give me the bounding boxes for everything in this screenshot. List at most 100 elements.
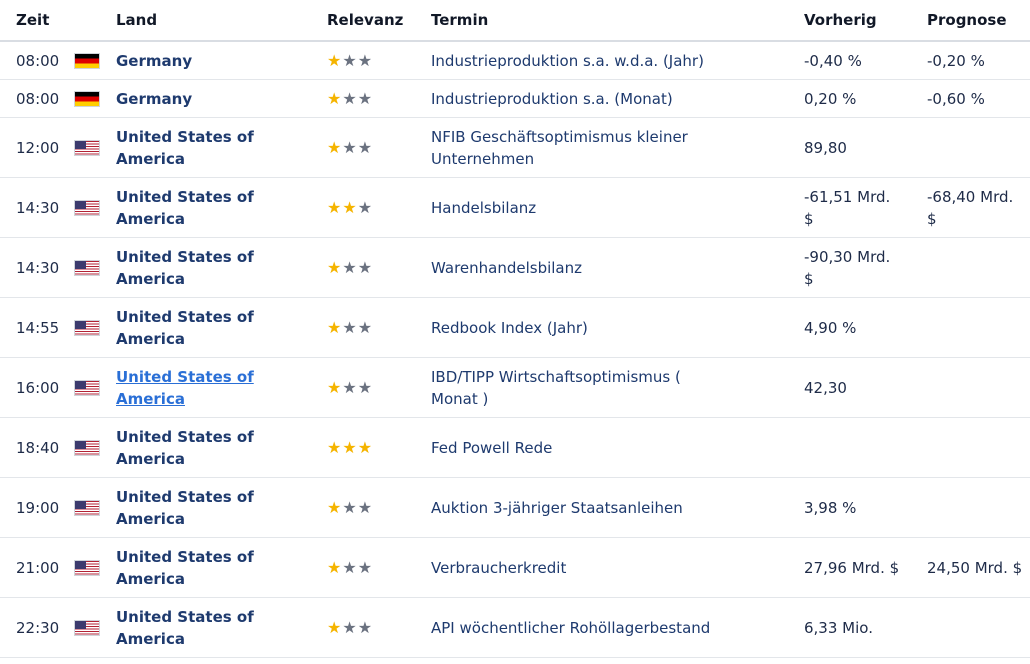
relevance-rating: ★ ★ ★ bbox=[327, 257, 373, 277]
event-time: 08:00 bbox=[16, 51, 60, 70]
table-row[interactable]: 14:30 United States of America ★ ★ ★ Warenhan… bbox=[0, 238, 1030, 298]
event-name[interactable]: Handelsbilanz bbox=[431, 197, 731, 219]
event-name[interactable]: Industrieproduktion s.a. (Monat) bbox=[431, 88, 731, 110]
forecast-value: -68,40 Mrd. $ bbox=[927, 187, 1014, 228]
table-row[interactable]: 18:40 United States of America ★ ★ ★ Fed Powe… bbox=[0, 418, 1030, 478]
event-time: 16:00 bbox=[16, 378, 60, 397]
event-time: 12:00 bbox=[16, 138, 60, 157]
usa-flag-icon bbox=[74, 559, 100, 576]
country-link[interactable]: United States of America bbox=[116, 306, 256, 350]
table-row[interactable]: 08:00 Germany ★ ★ ★ Industrieproduktion s.a. … bbox=[0, 42, 1030, 80]
star-icon: ★ bbox=[327, 617, 342, 637]
header-time[interactable]: Zeit bbox=[0, 11, 74, 29]
previous-value: 27,96 Mrd. $ bbox=[804, 558, 900, 577]
star-icon: ★ bbox=[357, 197, 373, 217]
relevance-rating: ★ ★ ★ bbox=[327, 137, 373, 157]
country-link[interactable]: United States of America bbox=[116, 606, 256, 650]
event-name[interactable]: IBD/TIPP Wirtschaftsoptimismus ( Monat ) bbox=[431, 366, 731, 410]
star-icon: ★ bbox=[357, 88, 373, 108]
star-icon: ★ bbox=[342, 557, 357, 577]
event-name[interactable]: Warenhandelsbilanz bbox=[431, 257, 731, 279]
event-name[interactable]: Redbook Index (Jahr) bbox=[431, 317, 731, 339]
event-name[interactable]: Fed Powell Rede bbox=[431, 437, 731, 459]
event-time: 14:30 bbox=[16, 258, 60, 277]
star-icon: ★ bbox=[327, 377, 342, 397]
forecast-value: -0,60 % bbox=[927, 89, 985, 108]
star-icon: ★ bbox=[342, 88, 357, 108]
country-link[interactable]: United States of America bbox=[116, 546, 256, 590]
header-forecast[interactable]: Prognose bbox=[927, 11, 1030, 29]
country-link[interactable]: United States of America bbox=[116, 186, 256, 230]
usa-flag-icon bbox=[74, 139, 100, 156]
forecast-value: 24,50 Mrd. $ bbox=[927, 558, 1023, 577]
germany-flag-icon bbox=[74, 90, 100, 107]
event-time: 19:00 bbox=[16, 498, 60, 517]
usa-flag-icon bbox=[74, 499, 100, 516]
header-land[interactable]: Land bbox=[116, 11, 327, 29]
star-icon: ★ bbox=[342, 317, 357, 337]
usa-flag-icon bbox=[74, 319, 100, 336]
table-row[interactable]: 14:55 United States of America ★ ★ ★ Redbook … bbox=[0, 298, 1030, 358]
table-row[interactable]: 19:00 United States of America ★ ★ ★ Auktion … bbox=[0, 478, 1030, 538]
country-link[interactable]: United States of America bbox=[116, 486, 256, 530]
table-row[interactable]: 16:00 United States of America ★ ★ ★ IBD/TIPP… bbox=[0, 358, 1030, 418]
table-row[interactable]: 22:30 United States of America ★ ★ ★ API wöch… bbox=[0, 598, 1030, 658]
table-body: 08:00 Germany ★ ★ ★ Industrieproduktion s.a. … bbox=[0, 42, 1030, 658]
event-name[interactable]: NFIB Geschäftsoptimismus kleiner Unterne… bbox=[431, 126, 731, 170]
table-row[interactable]: 21:00 United States of America ★ ★ ★ Verbrauc… bbox=[0, 538, 1030, 598]
event-name[interactable]: Industrieproduktion s.a. w.d.a. (Jahr) bbox=[431, 50, 731, 72]
table-row[interactable]: 08:00 Germany ★ ★ ★ Industrieproduktion s.a. … bbox=[0, 80, 1030, 118]
country-link[interactable]: United States of America bbox=[116, 426, 256, 470]
forecast-value: -0,20 % bbox=[927, 51, 985, 70]
relevance-rating: ★ ★ ★ bbox=[327, 88, 373, 108]
country-link[interactable]: United States of America bbox=[116, 246, 256, 290]
star-icon: ★ bbox=[357, 317, 373, 337]
star-icon: ★ bbox=[357, 257, 373, 277]
event-name[interactable]: API wöchentlicher Rohöllagerbestand bbox=[431, 617, 731, 639]
event-name[interactable]: Auktion 3-jähriger Staatsanleihen bbox=[431, 497, 731, 519]
star-icon: ★ bbox=[357, 557, 373, 577]
relevance-rating: ★ ★ ★ bbox=[327, 557, 373, 577]
table-row[interactable]: 12:00 United States of America ★ ★ ★ NFIB Ges… bbox=[0, 118, 1030, 178]
star-icon: ★ bbox=[327, 137, 342, 157]
star-icon: ★ bbox=[357, 617, 373, 637]
relevance-rating: ★ ★ ★ bbox=[327, 617, 373, 637]
usa-flag-icon bbox=[74, 259, 100, 276]
star-icon: ★ bbox=[327, 557, 342, 577]
event-time: 08:00 bbox=[16, 89, 60, 108]
star-icon: ★ bbox=[342, 377, 357, 397]
event-name[interactable]: Verbraucherkredit bbox=[431, 557, 731, 579]
header-previous[interactable]: Vorherig bbox=[804, 11, 927, 29]
relevance-rating: ★ ★ ★ bbox=[327, 437, 372, 457]
usa-flag-icon bbox=[74, 619, 100, 636]
table-header: Zeit Land Relevanz Termin Vorherig Progn… bbox=[0, 0, 1030, 42]
previous-value: -61,51 Mrd. $ bbox=[804, 187, 891, 228]
relevance-rating: ★ ★ ★ bbox=[327, 497, 373, 517]
country-link[interactable]: United States of America bbox=[116, 126, 256, 170]
country-link[interactable]: Germany bbox=[116, 88, 256, 110]
star-icon: ★ bbox=[327, 197, 342, 217]
star-icon: ★ bbox=[342, 137, 357, 157]
star-icon: ★ bbox=[327, 437, 342, 457]
country-link[interactable]: Germany bbox=[116, 50, 256, 72]
star-icon: ★ bbox=[327, 88, 342, 108]
header-relevance[interactable]: Relevanz bbox=[327, 11, 431, 29]
star-icon: ★ bbox=[357, 137, 373, 157]
star-icon: ★ bbox=[357, 497, 373, 517]
star-icon: ★ bbox=[327, 497, 342, 517]
header-event[interactable]: Termin bbox=[431, 11, 804, 29]
star-icon: ★ bbox=[357, 377, 373, 397]
usa-flag-icon bbox=[74, 199, 100, 216]
star-icon: ★ bbox=[342, 437, 357, 457]
star-icon: ★ bbox=[342, 617, 357, 637]
previous-value: -0,40 % bbox=[804, 51, 862, 70]
previous-value: 6,33 Mio. bbox=[804, 618, 873, 637]
event-time: 21:00 bbox=[16, 558, 60, 577]
previous-value: 0,20 % bbox=[804, 89, 857, 108]
table-row[interactable]: 14:30 United States of America ★ ★ ★ Handelsb… bbox=[0, 178, 1030, 238]
star-icon: ★ bbox=[342, 197, 357, 217]
previous-value: -90,30 Mrd. $ bbox=[804, 247, 891, 288]
previous-value: 42,30 bbox=[804, 378, 847, 397]
event-time: 14:30 bbox=[16, 198, 60, 217]
country-link[interactable]: United States of America bbox=[116, 366, 256, 410]
